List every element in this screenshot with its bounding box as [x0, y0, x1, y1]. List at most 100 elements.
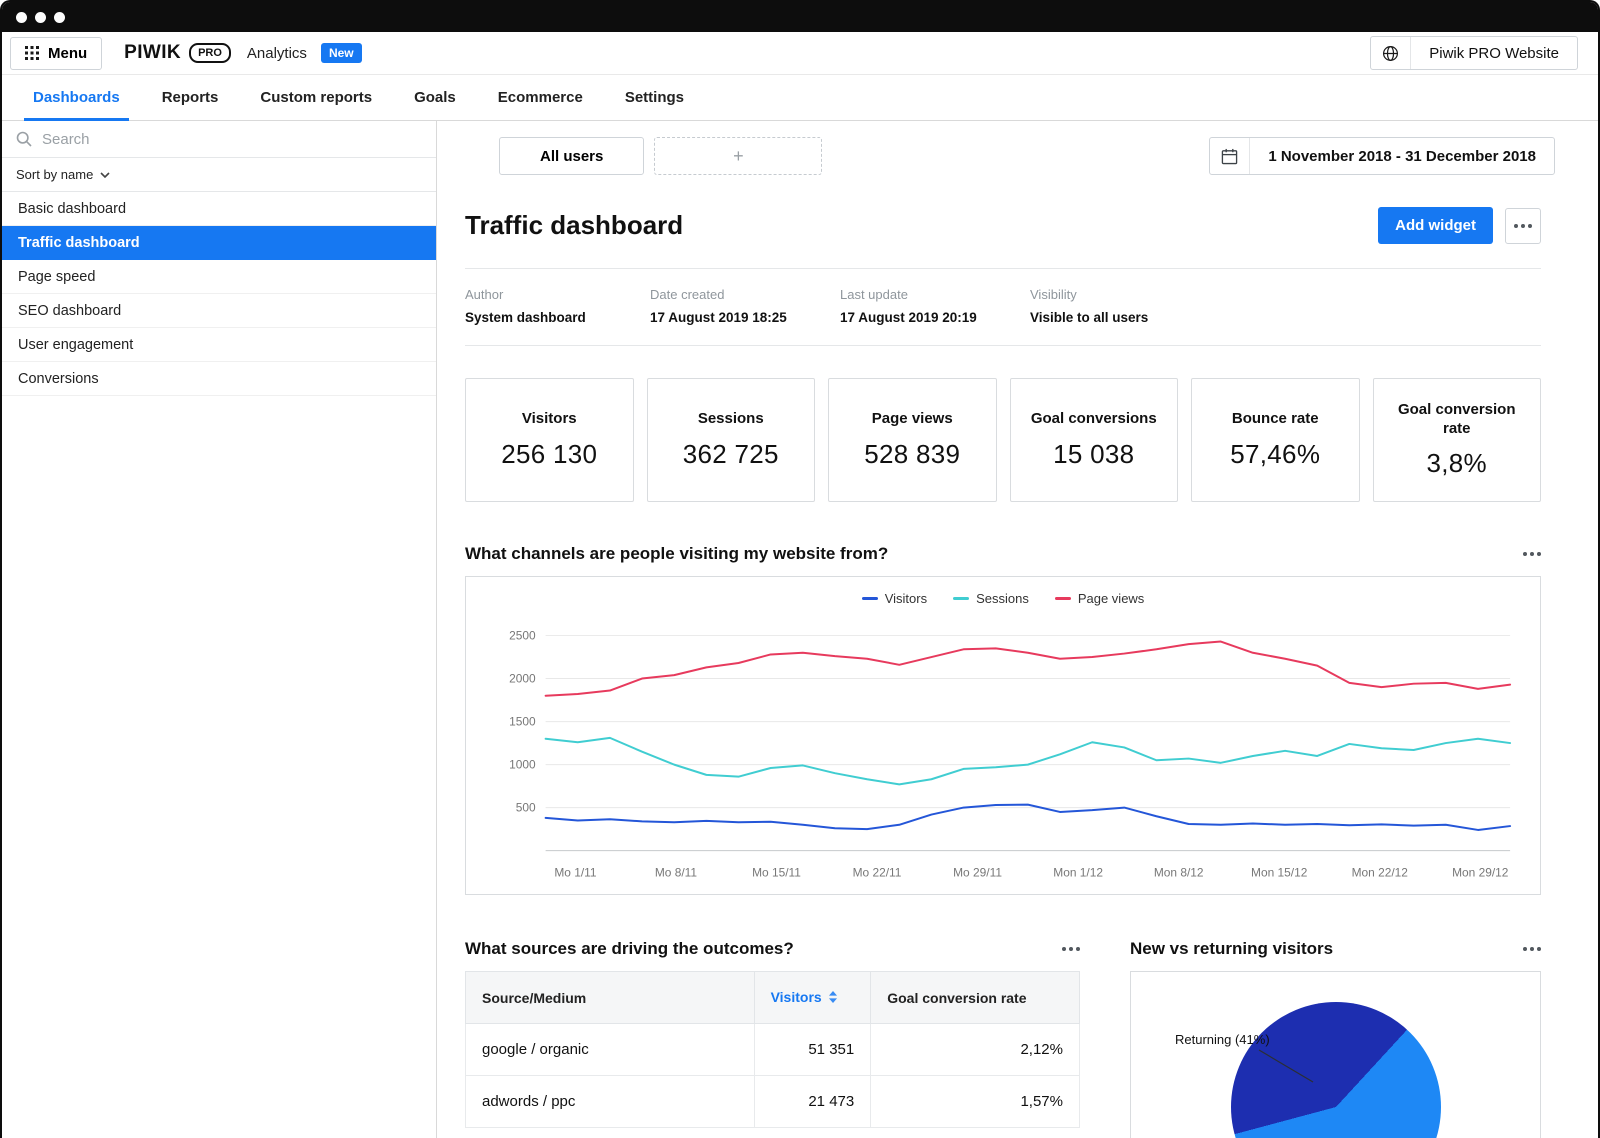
cell-visitors: 21 473 [753, 1075, 872, 1129]
pie-widget-title: New vs returning visitors [1130, 939, 1334, 959]
sort-arrows-icon [828, 990, 837, 1006]
brand-logo: PIWIK PRO Analytics New [124, 42, 362, 64]
traffic-line-chart: 500 1000 1500 2000 2500 Mo 1/11 Mo 8/11 Mo 15/1… [509, 629, 1512, 879]
sources-table: Source/Medium Visitors Goal conversion r… [465, 971, 1080, 1129]
meta-last-update: Last update 17 August 2019 20:19 [840, 287, 977, 325]
x-axis-tick-label: Mo 1/11 [554, 865, 597, 879]
dashboard-meta: Author System dashboard Date created 17 … [465, 269, 1541, 346]
channels-more-button[interactable] [1523, 552, 1541, 556]
sort-label: Sort by name [16, 167, 94, 182]
add-segment-button[interactable]: + [654, 137, 823, 175]
pie-more-button[interactable] [1523, 947, 1541, 952]
segment-all-users-button[interactable]: All users [499, 137, 645, 175]
line-chart-container: Visitors Sessions Page views 500 1000 1500… [465, 576, 1541, 896]
x-axis-tick-label: Mon 29/12 [1452, 865, 1509, 879]
x-axis-tick-label: Mon 1/12 [1053, 865, 1103, 879]
dashboards-sidebar: Sort by name Basic dashboard Traffic das… [2, 121, 437, 1138]
channels-widget: What channels are people visiting my web… [465, 544, 1541, 896]
kpi-sessions: Sessions 362 725 [646, 378, 815, 502]
legend-item-page-views[interactable]: Page views [1054, 591, 1144, 606]
cell-goal-rate: 1,57% [870, 1075, 1080, 1129]
brand-name: PIWIK [124, 42, 182, 63]
menu-button-label: Menu [48, 44, 88, 62]
y-axis-tick-label: 500 [516, 801, 536, 815]
x-axis-tick-label: Mon 8/12 [1154, 865, 1204, 879]
brand-pro-badge: PRO [189, 43, 231, 63]
sidebar-item-conversions[interactable]: Conversions [2, 362, 436, 396]
sources-more-button[interactable] [1062, 947, 1080, 952]
segment-toolbar: All users + 1 November 2018 - 31 Decembe… [465, 137, 1555, 175]
sources-widget: What sources are driving the outcomes? S… [465, 939, 1080, 1138]
column-header-visitors[interactable]: Visitors [753, 971, 872, 1025]
cell-goal-rate: 2,12% [870, 1023, 1080, 1077]
x-axis-tick-label: Mon 22/12 [1352, 865, 1409, 879]
chart-legend: Visitors Sessions Page views [476, 591, 1530, 606]
add-widget-button[interactable]: Add widget [1378, 207, 1493, 244]
ellipsis-icon [1514, 223, 1532, 228]
window-control-icon[interactable] [54, 11, 65, 23]
cell-source: adwords / ppc [465, 1075, 755, 1129]
date-range-label: 1 November 2018 - 31 December 2018 [1268, 147, 1536, 165]
kpi-goal-conversions: Goal conversions 15 038 [1009, 378, 1178, 502]
sidebar-item-seo-dashboard[interactable]: SEO dashboard [2, 294, 436, 328]
sort-by-name-control[interactable]: Sort by name [2, 158, 436, 192]
kpi-page-views: Page views 528 839 [828, 378, 997, 502]
column-header-source-medium[interactable]: Source/Medium [465, 971, 755, 1025]
tab-reports[interactable]: Reports [141, 75, 240, 120]
legend-item-visitors[interactable]: Visitors [861, 591, 927, 606]
column-header-goal-conversion-rate[interactable]: Goal conversion rate [870, 971, 1080, 1025]
website-selector-label: Piwik PRO Website [1429, 44, 1559, 62]
legend-swatch-page-views [1054, 597, 1071, 600]
search-input[interactable] [42, 130, 422, 148]
series-line [544, 803, 1512, 831]
x-axis-tick-label: Mo 22/11 [853, 865, 902, 879]
x-axis-tick-label: Mo 8/11 [655, 865, 698, 879]
channels-widget-title: What channels are people visiting my web… [465, 544, 889, 563]
tab-ecommerce[interactable]: Ecommerce [477, 75, 604, 120]
tab-custom-reports[interactable]: Custom reports [239, 75, 393, 120]
x-axis-tick-label: Mon 15/12 [1251, 865, 1308, 879]
sidebar-item-traffic-dashboard[interactable]: Traffic dashboard [2, 226, 436, 260]
product-name: Analytics [246, 44, 307, 62]
y-axis-tick-label: 1500 [509, 715, 536, 729]
meta-date-created: Date created 17 August 2019 18:25 [650, 287, 787, 325]
dashboard-more-button[interactable] [1505, 207, 1541, 244]
table-row: adwords / ppc 21 473 1,57% [465, 1075, 1080, 1129]
page-title: Traffic dashboard [465, 210, 684, 240]
new-badge: New [320, 43, 362, 63]
table-header-row: Source/Medium Visitors Goal conversion r… [465, 971, 1080, 1025]
legend-item-sessions[interactable]: Sessions [953, 591, 1029, 606]
window-titlebar [2, 2, 1598, 32]
tab-settings[interactable]: Settings [604, 75, 705, 120]
dashboard-main: All users + 1 November 2018 - 31 Decembe… [437, 121, 1598, 1138]
sidebar-item-user-engagement[interactable]: User engagement [2, 328, 436, 362]
calendar-icon [1210, 138, 1251, 174]
legend-swatch-sessions [953, 597, 970, 600]
kpi-goal-conversion-rate: Goal conversion rate 3,8% [1372, 378, 1541, 502]
website-selector[interactable]: Piwik PRO Website [1370, 36, 1578, 70]
y-axis-tick-label: 1000 [509, 758, 536, 772]
kpi-bounce-rate: Bounce rate 57,46% [1191, 378, 1360, 502]
sidebar-item-basic-dashboard[interactable]: Basic dashboard [2, 192, 436, 226]
y-axis-tick-label: 2500 [509, 629, 536, 643]
primary-nav: Dashboards Reports Custom reports Goals … [2, 75, 1598, 121]
tab-goals[interactable]: Goals [393, 75, 477, 120]
legend-swatch-visitors [861, 597, 878, 600]
page-header: Traffic dashboard Add widget [465, 207, 1541, 244]
app-header: Menu PIWIK PRO Analytics New Piwik PRO W… [2, 32, 1598, 75]
kpi-cards: Visitors 256 130 Sessions 362 725 Page v… [465, 378, 1541, 502]
grid-menu-icon [25, 46, 39, 60]
globe-icon [1371, 37, 1412, 69]
menu-button[interactable]: Menu [10, 36, 103, 70]
window-control-icon[interactable] [16, 11, 27, 23]
sidebar-search [2, 121, 436, 158]
tab-dashboards[interactable]: Dashboards [12, 75, 141, 121]
series-line [544, 640, 1512, 697]
pie-slice-label-returning: Returning (41%) [1175, 1032, 1270, 1048]
pie-label-leader-line [1258, 1049, 1314, 1083]
bottom-widgets-row: What sources are driving the outcomes? S… [465, 939, 1541, 1138]
sidebar-item-page-speed[interactable]: Page speed [2, 260, 436, 294]
date-range-picker[interactable]: 1 November 2018 - 31 December 2018 [1209, 137, 1555, 175]
window-control-icon[interactable] [35, 11, 46, 23]
series-line [544, 736, 1512, 786]
